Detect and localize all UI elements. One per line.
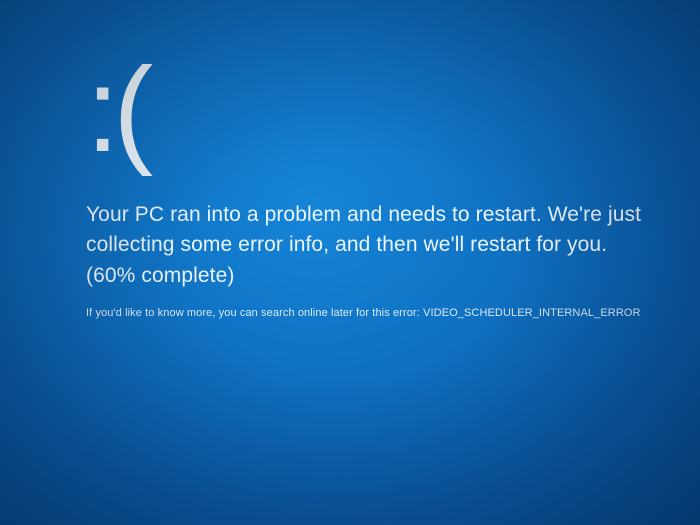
error-main-message: Your PC ran into a problem and needs to …: [86, 200, 646, 291]
bsod-screen: :( Your PC ran into a problem and needs …: [86, 50, 646, 319]
sad-face-emoticon: :(: [86, 50, 646, 170]
error-hint-prefix: If you'd like to know more, you can sear…: [86, 307, 423, 319]
error-code: VIDEO_SCHEDULER_INTERNAL_ERROR: [423, 307, 641, 319]
error-hint: If you'd like to know more, you can sear…: [86, 307, 646, 319]
